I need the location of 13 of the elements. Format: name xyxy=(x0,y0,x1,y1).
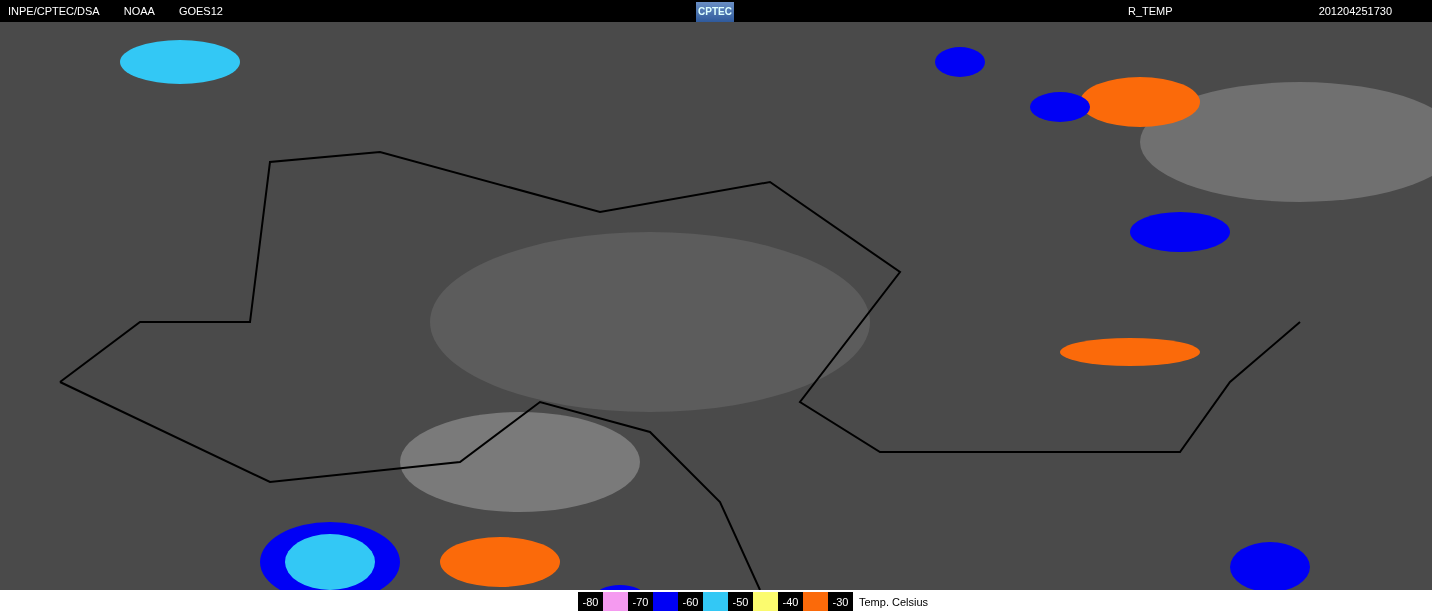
source-label: GOES12 xyxy=(178,5,223,17)
timestamp: 201204251730 xyxy=(1318,5,1393,17)
legend-label: -80 xyxy=(578,592,603,611)
source-label: NOAA xyxy=(123,5,155,17)
logo: CPTEC xyxy=(696,1,734,22)
legend-label: -70 xyxy=(628,592,653,611)
source-label: INPE/CPTEC/DSA xyxy=(8,5,100,17)
legend-label: -60 xyxy=(678,592,703,611)
legend-unit: Temp. Celsius xyxy=(858,594,929,610)
legend-label: -30 xyxy=(828,592,853,611)
legend-label: -50 xyxy=(728,592,753,611)
legend-label: -40 xyxy=(778,592,803,611)
product-label: R_TEMP xyxy=(1128,5,1173,17)
